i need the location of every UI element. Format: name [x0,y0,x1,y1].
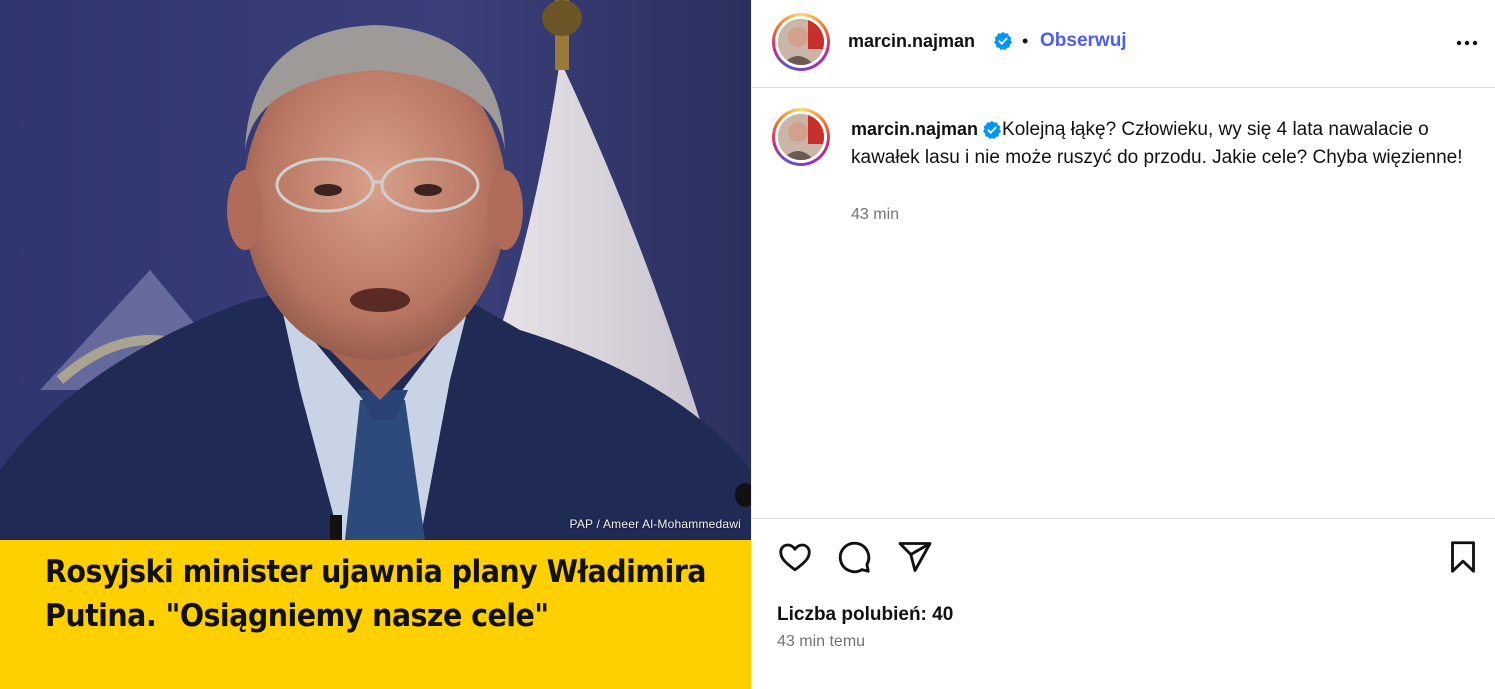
comment-icon[interactable] [836,539,872,575]
post-header: marcin.najman • Obserwuj [752,0,1495,88]
likes-count[interactable]: Liczba polubień: 40 [777,604,953,626]
bookmark-icon[interactable] [1445,539,1481,575]
separator-dot: • [1022,31,1029,51]
headline-banner: Rosyjski minister ujawnia plany Władimir… [0,540,751,689]
username-link[interactable]: marcin.najman [848,31,975,52]
caption-avatar[interactable] [772,108,830,166]
verified-badge-icon [982,120,1002,140]
follow-button[interactable]: Obserwuj [1040,30,1127,52]
heart-icon[interactable] [777,539,813,575]
verified-badge-icon [993,31,1013,51]
avatar[interactable] [772,13,830,71]
caption-text: marcin.najman Kolejną łąkę? Człowieku, wy… [851,115,1471,172]
post-sidebar: marcin.najman • Obserwuj marcin.najman K… [751,0,1495,689]
avatar-image [778,19,824,65]
share-icon[interactable] [897,539,933,575]
post-media[interactable]: PAP / Ameer Al-Mohammedawi Rosyjski mini… [0,0,751,689]
more-options-icon[interactable] [1452,28,1482,58]
instagram-post-view: PAP / Ameer Al-Mohammedawi Rosyjski mini… [0,0,1495,689]
headline-text: Rosyjski minister ujawnia plany Władimir… [45,554,706,634]
post-timestamp[interactable]: 43 min temu [777,633,865,651]
caption-timestamp[interactable]: 43 min [851,206,899,224]
post-photo [0,0,751,540]
caption-username-link[interactable]: marcin.najman [851,119,978,139]
avatar-image [778,114,824,160]
post-actions: Liczba polubień: 40 43 min temu [752,518,1495,689]
photo-credit: PAP / Ameer Al-Mohammedawi [569,517,741,531]
